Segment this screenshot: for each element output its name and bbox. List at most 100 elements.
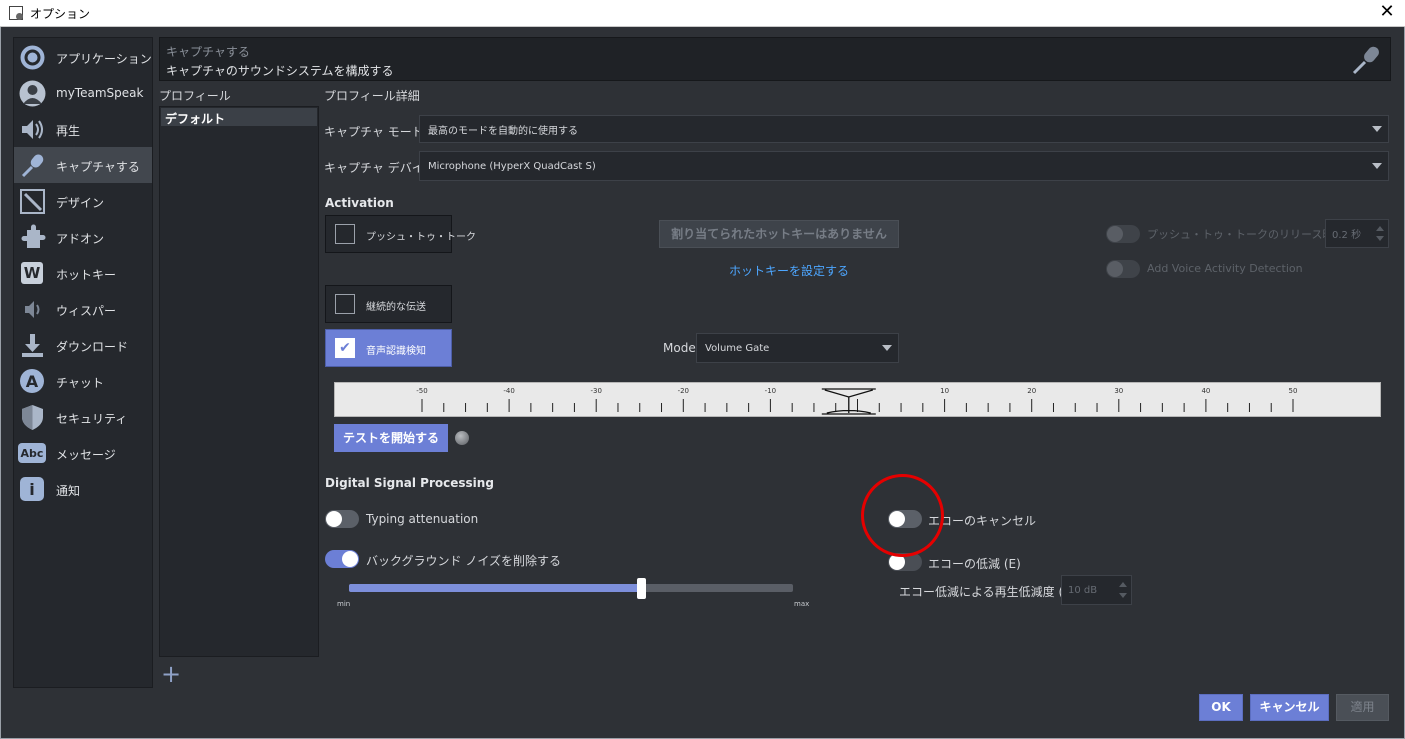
ptt-release-delay-spinbox[interactable]: 0.2 秒 <box>1325 219 1389 248</box>
echo-reduction-level-value: 10 dB <box>1068 584 1098 596</box>
volume-gate-scale[interactable]: -50 -40 -30 -20 -10 10 20 30 40 50 <box>334 382 1381 417</box>
scale-tick-label: -50 <box>416 387 427 395</box>
sidebar-item-playback[interactable]: 再生 <box>14 111 152 147</box>
ok-button[interactable]: OK <box>1199 694 1243 721</box>
mode-value: Volume Gate <box>705 342 770 354</box>
noise-removal-label: バックグラウンド ノイズを削除する <box>366 554 561 568</box>
list-item[interactable]: デフォルト <box>161 108 317 126</box>
noise-level-slider-handle[interactable] <box>637 578 646 599</box>
profile-list: デフォルト <box>159 106 319 657</box>
info-icon: i <box>20 477 44 501</box>
push-to-talk-checkbox[interactable]: プッシュ・トゥ・トーク <box>325 215 476 253</box>
design-icon <box>19 188 46 215</box>
gate-marker[interactable] <box>821 388 876 415</box>
capture-device-value: Microphone (HyperX QuadCast S) <box>428 160 596 172</box>
apply-button[interactable]: 適用 <box>1336 694 1389 721</box>
download-icon <box>19 332 46 359</box>
chevron-down-icon <box>882 345 892 351</box>
close-button[interactable]: ✕ <box>1375 1 1399 25</box>
typing-attenuation-toggle[interactable] <box>325 510 359 528</box>
user-avatar-icon <box>19 80 46 107</box>
scale-tick-label: 30 <box>1114 387 1123 395</box>
options-window-icon <box>9 6 23 20</box>
keyboard-w-icon: W <box>21 262 43 284</box>
sidebar-item-label: ホットキー <box>56 268 117 282</box>
ptt-release-delay-value: 0.2 秒 <box>1332 230 1362 241</box>
toggle-knob <box>1107 261 1123 277</box>
chevron-down-icon <box>1372 163 1382 169</box>
scale-tick-label: 50 <box>1289 387 1298 395</box>
spin-up-icon <box>1119 582 1127 587</box>
scale-tick-label: -20 <box>678 387 689 395</box>
sidebar-item-label: ダウンロード <box>56 340 129 354</box>
checkbox-box <box>335 294 355 314</box>
sidebar-item-application[interactable]: アプリケーション <box>14 39 152 75</box>
sidebar-item-label: キャプチャする <box>56 160 140 174</box>
spin-down-icon <box>1119 593 1127 598</box>
continuous-transmission-checkbox[interactable]: 継続的な伝送 <box>325 285 452 323</box>
voice-detection-checkbox[interactable]: ✔ 音声認識検知 <box>325 329 452 367</box>
toggle-knob <box>326 511 342 527</box>
continuous-transmission-label: 継続的な伝送 <box>366 302 426 313</box>
echo-reduction-label: エコーの低減 (E) <box>928 557 1021 571</box>
dsp-title: Digital Signal Processing <box>325 476 494 490</box>
sidebar-item-chat[interactable]: A チャット <box>14 363 152 399</box>
capture-mode-select[interactable]: 最高のモードを自動的に使用する <box>419 115 1389 143</box>
sidebar-item-download[interactable]: ダウンロード <box>14 327 152 363</box>
sidebar: アプリケーション myTeamSpeak 再生 キャプチャする デザイン アドオ… <box>13 37 153 688</box>
microphone-icon <box>19 152 46 179</box>
scale-tick-label: -40 <box>503 387 514 395</box>
teamspeak-logo-icon <box>19 44 46 71</box>
add-profile-button[interactable]: + <box>160 662 182 686</box>
voice-detection-label: 音声認識検知 <box>366 346 426 357</box>
status-led-icon <box>455 431 469 445</box>
sidebar-item-design[interactable]: デザイン <box>14 183 152 219</box>
sidebar-item-label: セキュリティ <box>56 412 128 426</box>
echo-reduction-level-label: エコー低減による再生低減度 (r): <box>899 585 1077 599</box>
profile-details-label: プロフィール詳細 <box>324 89 420 103</box>
chevron-down-icon <box>1372 126 1382 132</box>
slider-max-label: max <box>794 600 810 608</box>
sidebar-item-label: アプリケーション <box>56 52 152 66</box>
hotkey-button[interactable]: 割り当てられたホットキーはありません <box>659 220 899 248</box>
echo-reduction-level-spinbox[interactable]: 10 dB <box>1061 575 1132 605</box>
page-subtitle: キャプチャのサウンドシステムを構成する <box>166 64 394 78</box>
microphone-icon <box>1350 44 1382 76</box>
start-test-button[interactable]: テストを開始する <box>334 424 448 452</box>
sidebar-item-security[interactable]: セキュリティ <box>14 399 152 435</box>
scale-tick-label: 20 <box>1027 387 1036 395</box>
scale-tick-label: -10 <box>765 387 776 395</box>
toggle-knob <box>342 551 358 567</box>
annotation-circle <box>861 474 944 557</box>
activation-title: Activation <box>325 196 394 210</box>
toggle-knob <box>1107 226 1123 242</box>
scale-tick-label: 10 <box>940 387 949 395</box>
noise-removal-toggle[interactable] <box>325 550 359 568</box>
whisper-icon <box>19 296 46 323</box>
title-bar: オプション ✕ <box>0 0 1405 27</box>
ptt-release-delay-toggle[interactable] <box>1106 225 1140 243</box>
profiles-label: プロフィール <box>159 89 231 103</box>
mode-select[interactable]: Volume Gate <box>696 333 899 363</box>
message-abc-icon: Abc <box>18 443 46 463</box>
sidebar-item-label: ウィスパー <box>56 304 117 318</box>
page-title: キャプチャする <box>166 45 250 59</box>
sidebar-item-whisper[interactable]: ウィスパー <box>14 291 152 327</box>
sidebar-item-hotkeys[interactable]: W ホットキー <box>14 255 152 291</box>
chat-a-icon: A <box>20 369 44 393</box>
set-hotkey-link[interactable]: ホットキーを設定する <box>729 262 849 279</box>
sidebar-item-addons[interactable]: アドオン <box>14 219 152 255</box>
page-header: キャプチャする キャプチャのサウンドシステムを構成する <box>159 37 1391 81</box>
sidebar-item-capture[interactable]: キャプチャする <box>14 147 152 183</box>
capture-device-select[interactable]: Microphone (HyperX QuadCast S) <box>419 151 1389 181</box>
cancel-button[interactable]: キャンセル <box>1250 694 1329 721</box>
add-vad-label: Add Voice Activity Detection <box>1147 262 1303 275</box>
sidebar-item-label: チャット <box>56 376 104 390</box>
sidebar-item-messages[interactable]: Abc メッセージ <box>14 435 152 471</box>
sidebar-item-notifications[interactable]: i 通知 <box>14 471 152 507</box>
mode-label: Mode <box>663 341 696 355</box>
sidebar-item-myteamspeak[interactable]: myTeamSpeak <box>14 75 152 111</box>
puzzle-icon <box>19 224 46 251</box>
add-vad-toggle[interactable] <box>1106 260 1140 278</box>
sidebar-item-label: myTeamSpeak <box>56 86 144 100</box>
